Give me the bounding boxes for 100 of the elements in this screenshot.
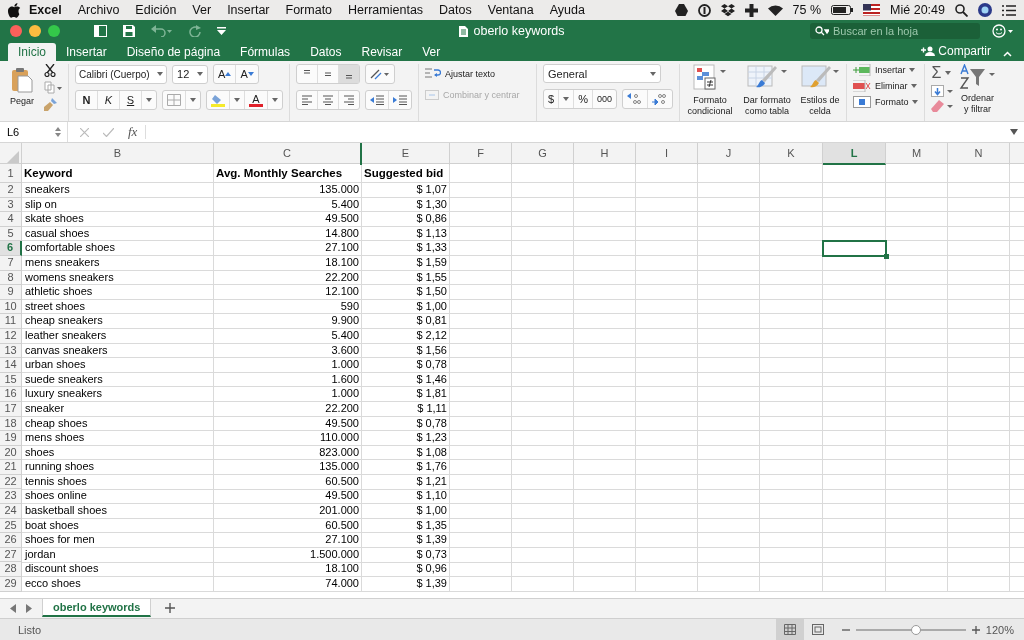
table-cell-text: sneakers — [24, 183, 71, 197]
fill-handle[interactable] — [884, 253, 889, 259]
cut-icon[interactable] — [44, 64, 57, 77]
delete-row-icon — [852, 80, 871, 92]
percent-button[interactable]: % — [574, 90, 593, 108]
save-icon[interactable] — [123, 25, 135, 37]
row-header[interactable]: 23 — [0, 489, 22, 505]
caret-icon — [190, 98, 197, 102]
row-header[interactable]: 29 — [0, 577, 22, 592]
conditional-formatting-button[interactable]: Formato condicional — [685, 64, 734, 121]
row-header[interactable]: 28 — [0, 562, 22, 578]
menu-item[interactable]: Ayuda — [541, 3, 593, 17]
ribbon-tab[interactable]: Ver — [412, 43, 451, 61]
info-circle-icon[interactable] — [697, 3, 711, 17]
comma-style-button[interactable]: 000 — [592, 90, 616, 108]
previous-sheet-icon[interactable] — [10, 603, 16, 613]
insert-function-button[interactable]: fx — [128, 124, 138, 140]
customize-toolbar-icon[interactable] — [217, 27, 226, 35]
column-header[interactable]: L — [823, 143, 886, 165]
list-icon[interactable] — [1002, 4, 1016, 16]
format-cells-button[interactable]: Formato — [852, 96, 919, 108]
expand-caret-icon[interactable] — [1010, 129, 1018, 135]
selected-cell[interactable] — [823, 241, 886, 256]
app-menu[interactable]: Excel — [21, 3, 70, 17]
format-as-table-button[interactable]: Dar formato como tabla — [738, 64, 795, 121]
search-icon[interactable] — [955, 3, 968, 17]
ribbon-tab[interactable]: Revisar — [351, 43, 413, 61]
number-format-dropdown[interactable]: General — [543, 64, 662, 83]
row-header[interactable]: 2 — [0, 183, 22, 198]
row-header[interactable]: 26 — [0, 533, 22, 548]
row-header[interactable]: 6 — [0, 241, 22, 256]
flag-icon[interactable] — [863, 4, 881, 16]
grow-font-button[interactable]: A — [214, 65, 237, 83]
row-header[interactable]: 19 — [0, 431, 22, 446]
shrink-font-button[interactable]: A — [236, 65, 258, 83]
table-cell-text: street shoes — [24, 299, 86, 314]
zoom-slider-thumb[interactable] — [911, 624, 922, 635]
ribbon-tab[interactable]: Fórmulas — [230, 43, 301, 61]
collapse-ribbon-icon[interactable] — [1003, 51, 1012, 57]
wrap-text-button[interactable]: Ajustar texto — [425, 68, 520, 79]
zoom-in-icon[interactable] — [971, 625, 980, 634]
ribbon-tab[interactable]: Insertar — [56, 43, 117, 61]
ribbon-tab[interactable]: Diseño de página — [116, 43, 231, 61]
row-header[interactable]: 11 — [0, 314, 22, 329]
font-size-dropdown[interactable]: 12 — [172, 64, 209, 84]
table-cell-text: canvas sneakers — [24, 343, 109, 358]
wifi-icon[interactable] — [767, 4, 783, 16]
search-field[interactable]: Buscar en la hoja — [810, 23, 980, 39]
menu-item[interactable]: Herramientas — [340, 3, 432, 17]
currency-button[interactable]: $ — [544, 90, 560, 108]
menu-item[interactable]: Edición — [127, 3, 185, 17]
bold-button[interactable]: N — [76, 91, 99, 109]
menu-item[interactable]: Insertar — [219, 3, 278, 17]
row-header[interactable]: 14 — [0, 358, 22, 373]
autosum-button[interactable]: Σ — [931, 64, 954, 82]
row-header[interactable]: 16 — [0, 387, 22, 402]
siri-icon[interactable] — [978, 3, 992, 17]
row-header[interactable]: 4 — [0, 212, 22, 227]
menu-bar-clock[interactable]: Mié 20:49 — [890, 3, 945, 17]
italic-button[interactable]: K — [98, 91, 121, 109]
menu-item[interactable]: Archivo — [69, 3, 128, 17]
fill-down-icon[interactable] — [931, 85, 954, 97]
menu-item[interactable]: Datos — [431, 3, 480, 17]
row-header[interactable]: 24 — [0, 504, 22, 519]
paste-button[interactable]: Pegar — [10, 67, 35, 121]
table-cell-text: 1.500.000 — [309, 547, 360, 562]
minimize-button[interactable] — [29, 25, 41, 37]
next-sheet-icon[interactable] — [26, 603, 32, 613]
insert-cells-button[interactable]: Insertar — [852, 64, 919, 76]
share-button[interactable]: Compartir — [921, 42, 991, 60]
name-box[interactable]: L6 — [0, 122, 68, 142]
row-header[interactable]: 9 — [0, 285, 22, 300]
normal-view-button[interactable] — [775, 619, 804, 640]
add-sheet-icon[interactable] — [165, 603, 176, 613]
sidebar-toggle-icon[interactable] — [94, 25, 107, 37]
row-header[interactable]: 21 — [0, 460, 22, 475]
box-icon[interactable] — [720, 3, 735, 17]
ribbon-tab[interactable]: Datos — [300, 43, 352, 61]
menu-item[interactable]: Ver — [184, 3, 220, 17]
cell-styles-button[interactable]: Estilos de celda — [799, 64, 840, 121]
row-header[interactable]: 1 — [0, 164, 22, 183]
menu-item[interactable]: Formato — [277, 3, 341, 17]
maximize-button[interactable] — [48, 25, 60, 37]
menu-item[interactable]: Ventana — [479, 3, 542, 17]
apple-logo-icon[interactable] — [8, 2, 21, 18]
zoom-level[interactable]: 120% — [985, 623, 1014, 636]
eraser-icon[interactable] — [931, 100, 954, 112]
checkmark-icon[interactable] — [103, 127, 114, 137]
ribbon-tab[interactable]: Inicio — [8, 43, 56, 61]
sheet-tab[interactable]: oberlo keywords — [42, 599, 152, 617]
table-cell-text: discount shoes — [24, 562, 100, 577]
sort-filter-button[interactable]: Ordenar y filtrar — [957, 64, 998, 121]
smiley-feedback-icon[interactable] — [992, 24, 1014, 38]
undo-icon[interactable] — [151, 25, 173, 37]
font-name-dropdown[interactable]: Calibri (Cuerpo) — [75, 64, 168, 84]
underline-button[interactable]: S — [120, 91, 143, 109]
decrease-decimal-icon — [651, 93, 668, 105]
redo-icon[interactable] — [189, 25, 201, 37]
plus-icon[interactable] — [744, 3, 758, 17]
delete-cells-button[interactable]: Eliminar — [852, 80, 919, 92]
